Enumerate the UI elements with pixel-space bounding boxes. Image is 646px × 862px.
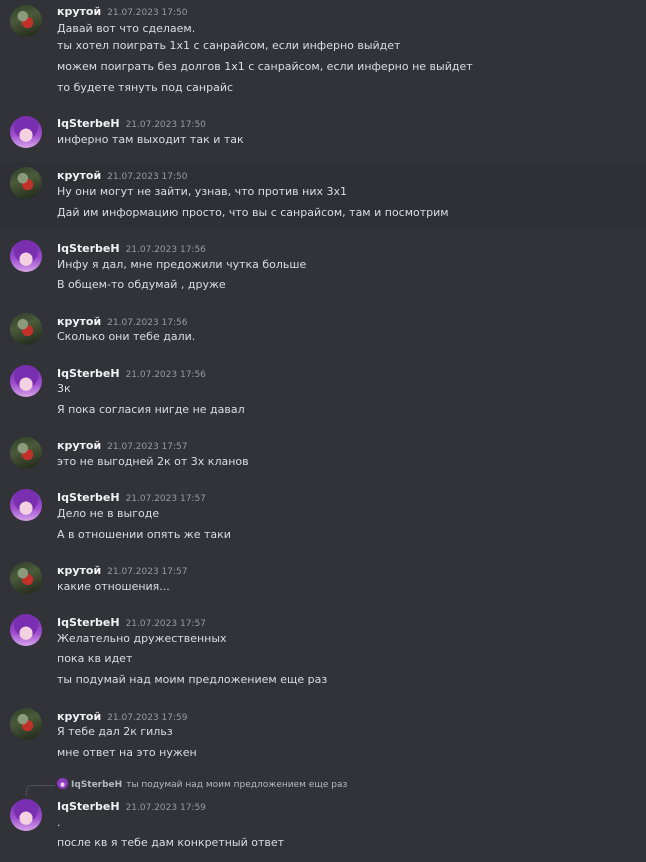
purple-avatar[interactable] bbox=[10, 799, 42, 831]
message-header: IqSterbeH 21.07.2023 17:57 bbox=[57, 613, 206, 632]
timestamp: 21.07.2023 17:50 bbox=[107, 172, 188, 182]
message-header: крутой 21.07.2023 17:57 bbox=[57, 436, 187, 455]
timestamp: 21.07.2023 17:57 bbox=[125, 619, 206, 629]
message-header: IqSterbeH 21.07.2023 17:56 bbox=[57, 239, 206, 258]
timestamp: 21.07.2023 17:57 bbox=[125, 494, 206, 504]
message-line: после кв я тебе дам конкретный ответ bbox=[57, 836, 285, 849]
message-header: IqSterbeH 21.07.2023 17:59 bbox=[57, 797, 206, 816]
username[interactable]: крутой bbox=[57, 169, 101, 182]
message-line: ты подумай над моим предложением еще раз bbox=[57, 673, 328, 686]
joker-avatar[interactable] bbox=[10, 167, 42, 199]
timestamp: 21.07.2023 17:57 bbox=[107, 567, 188, 577]
timestamp: 21.07.2023 17:50 bbox=[125, 120, 206, 130]
message-line: . bbox=[57, 816, 61, 829]
message-line: ты хотел поиграть 1х1 с санрайсом, если … bbox=[57, 39, 401, 52]
username[interactable]: IqSterbeH bbox=[57, 800, 120, 813]
username[interactable]: IqSterbeH bbox=[57, 117, 120, 130]
message-line: Ну они могут не зайти, узнав, что против… bbox=[57, 185, 348, 198]
message-line: 3к bbox=[57, 382, 71, 395]
purple-avatar[interactable] bbox=[10, 489, 42, 521]
joker-avatar[interactable] bbox=[10, 437, 42, 469]
message-line: это не выгодней 2к от 3х кланов bbox=[57, 455, 249, 468]
username[interactable]: крутой bbox=[57, 315, 101, 328]
timestamp: 21.07.2023 17:59 bbox=[107, 713, 188, 723]
message-line: мне ответ на это нужен bbox=[57, 746, 197, 759]
message-line: какие отношения... bbox=[57, 580, 170, 593]
username[interactable]: крутой bbox=[57, 710, 101, 723]
message-line: В общем-то обдумай , друже bbox=[57, 278, 226, 291]
message-line: Я тебе дал 2к гильз bbox=[57, 725, 173, 738]
message-line: Дай им информацию просто, что вы с санра… bbox=[57, 206, 449, 219]
timestamp: 21.07.2023 17:56 bbox=[107, 318, 188, 328]
message-line: пока кв идет bbox=[57, 652, 133, 665]
timestamp: 21.07.2023 17:50 bbox=[107, 8, 188, 18]
message-header: IqSterbeH 21.07.2023 17:50 bbox=[57, 114, 206, 133]
reply-avatar bbox=[57, 778, 68, 789]
username[interactable]: IqSterbeH bbox=[57, 242, 120, 255]
message-header: крутой 21.07.2023 17:50 bbox=[57, 2, 187, 21]
timestamp: 21.07.2023 17:56 bbox=[125, 370, 206, 380]
joker-avatar[interactable] bbox=[10, 562, 42, 594]
message-line: А в отношении опять же таки bbox=[57, 528, 231, 541]
message-header: IqSterbeH 21.07.2023 17:56 bbox=[57, 364, 206, 383]
message-header: крутой 21.07.2023 17:57 bbox=[57, 561, 187, 580]
message-line: Давай вот что сделаем. bbox=[57, 22, 196, 35]
username[interactable]: IqSterbeH bbox=[57, 491, 120, 504]
message-line: Инфу я дал, мне предожили чутка больше bbox=[57, 258, 307, 271]
message-line: Сколько они тебе дали. bbox=[57, 330, 196, 343]
message-line: Я пока согласия нигде не давал bbox=[57, 403, 245, 416]
joker-avatar[interactable] bbox=[10, 5, 42, 37]
purple-avatar[interactable] bbox=[10, 365, 42, 397]
message-line: то будете тянуть под санрайс bbox=[57, 81, 234, 94]
username[interactable]: крутой bbox=[57, 5, 101, 18]
message-header: IqSterbeH 21.07.2023 17:57 bbox=[57, 488, 206, 507]
joker-avatar[interactable] bbox=[10, 708, 42, 740]
timestamp: 21.07.2023 17:59 bbox=[125, 803, 206, 813]
reply-text[interactable]: ты подумай над моим предложением еще раз bbox=[126, 780, 347, 790]
username[interactable]: крутой bbox=[57, 439, 101, 452]
username[interactable]: крутой bbox=[57, 564, 101, 577]
reply-author[interactable]: IqSterbeH bbox=[71, 780, 122, 790]
purple-avatar[interactable] bbox=[10, 614, 42, 646]
message-header: крутой 21.07.2023 17:50 bbox=[57, 166, 187, 185]
reply-reference[interactable]: IqSterbeH ты подумай над моим предложение… bbox=[57, 778, 347, 792]
username[interactable]: IqSterbeH bbox=[57, 616, 120, 629]
message-line: инферно там выходит так и так bbox=[57, 133, 244, 146]
joker-avatar[interactable] bbox=[10, 313, 42, 345]
reply-spine bbox=[26, 785, 55, 796]
purple-avatar[interactable] bbox=[10, 116, 42, 148]
purple-avatar[interactable] bbox=[10, 240, 42, 272]
timestamp: 21.07.2023 17:56 bbox=[125, 245, 206, 255]
message-line: Дело не в выгоде bbox=[57, 507, 160, 520]
message-line: можем поиграть без долгов 1х1 с санрайсо… bbox=[57, 60, 473, 73]
timestamp: 21.07.2023 17:57 bbox=[107, 442, 188, 452]
message-line: Желательно дружественных bbox=[57, 632, 227, 645]
username[interactable]: IqSterbeH bbox=[57, 367, 120, 380]
